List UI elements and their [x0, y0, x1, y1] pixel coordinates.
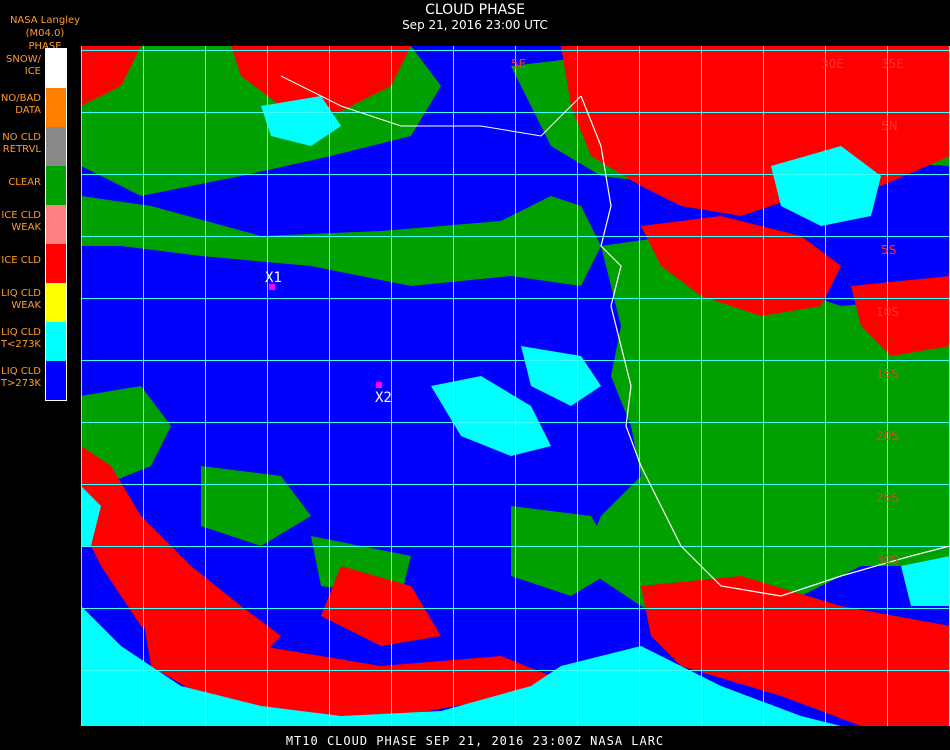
map-svg: 5E 30E 35E 5N 5S 10S 15S 20S 25S 30S X1 …	[81, 46, 950, 726]
legend-label: CLEAR	[0, 177, 41, 189]
lat-label-10s: 10S	[876, 305, 899, 319]
legend-label-line2: RETRVL	[2, 144, 41, 155]
legend-label-line2: T<273K	[0, 339, 41, 350]
legend-label-line1: NO/BAD	[0, 93, 41, 104]
legend-label-line1: LIQ CLD	[1, 327, 41, 338]
legend-label-line1: LIQ CLD	[1, 366, 41, 377]
lat-label-15s: 15S	[876, 367, 899, 381]
lat-label-30s: 30S	[876, 553, 899, 567]
legend-label-line1: ICE CLD	[1, 255, 41, 266]
lon-label-35e: 35E	[881, 57, 904, 71]
legend-label-line2: DATA	[15, 105, 41, 116]
legend-label-line2: ICE	[24, 66, 41, 77]
lat-label-20s: 20S	[876, 429, 899, 443]
lat-label-5n: 5N	[881, 119, 898, 133]
legend-label: LIQ CLD T<273K	[0, 327, 41, 351]
legend-label: ICE CLD	[0, 255, 41, 267]
lat-label-25s: 25S	[876, 491, 899, 505]
legend-label-line1: NO CLD	[2, 132, 41, 143]
legend-label-line1: CLEAR	[8, 177, 41, 188]
legend-label: ICE CLD WEAK	[0, 210, 41, 234]
marker-x1-label: X1	[265, 270, 282, 286]
marker-x2-label: X2	[375, 390, 392, 406]
lon-label-30e: 30E	[821, 57, 844, 71]
legend-label-line1: SNOW/	[6, 54, 41, 65]
map-subtitle: Sep 21, 2016 23:00 UTC	[402, 18, 548, 32]
cloud-phase-map: 5E 30E 35E 5N 5S 10S 15S 20S 25S 30S X1 …	[81, 46, 950, 726]
legend-label-line2: WEAK	[11, 222, 41, 233]
legend-label-line2: WEAK	[11, 300, 41, 311]
legend-label: SNOW/ICE	[0, 54, 41, 78]
legend-label: LIQ CLD T>273K	[0, 366, 41, 390]
legend-label-line2: T>273K	[0, 378, 41, 389]
legend-label-line1: ICE CLD	[1, 210, 41, 221]
legend-label: NO CLD RETRVL	[0, 132, 41, 156]
legend-frame	[45, 48, 67, 401]
lon-label-5e: 5E	[511, 57, 526, 71]
legend-label-line1: LIQ CLD	[1, 288, 41, 299]
map-title: CLOUD PHASE	[425, 2, 525, 18]
legend-label: NO/BAD DATA	[0, 93, 41, 117]
legend-label: LIQ CLD WEAK	[0, 288, 41, 312]
phase-legend: SNOW/ICE NO/BAD DATA NO CLD RETRVL CLEAR ICE C…	[0, 48, 67, 401]
lat-label-5s: 5S	[881, 243, 896, 257]
marker-x2-dot	[376, 382, 382, 388]
footer-caption: MT10 CLOUD PHASE SEP 21, 2016 23:00Z NAS…	[285, 734, 665, 748]
